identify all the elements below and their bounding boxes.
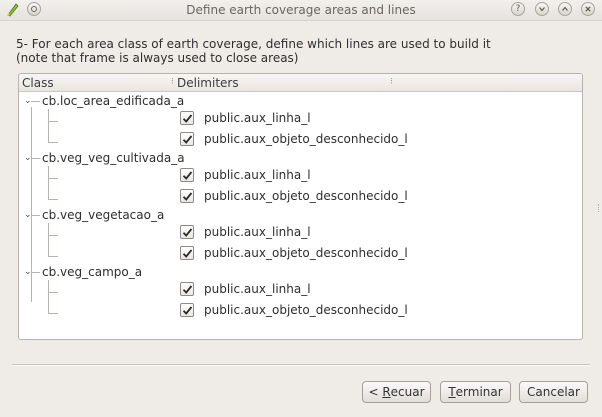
line-label: public.aux_linha_l [204,282,311,296]
line-checkbox[interactable] [180,225,194,239]
close-icon[interactable] [581,2,595,16]
checkmark-icon [182,248,192,258]
finish-button[interactable]: Terminar [440,381,511,403]
line-checkbox[interactable] [180,246,194,260]
tree-branch-line [31,101,40,102]
wizard-instructions: 5- For each area class of earth coverage… [16,37,586,65]
column-header-delimiters[interactable]: Delimiters [177,76,239,90]
checkmark-icon [182,305,192,315]
line-label: public.aux_objeto_desconhecido_l [204,189,408,203]
line-checkbox[interactable] [180,168,194,182]
minimize-icon[interactable] [535,2,549,16]
finish-button-mnemonic: T [448,385,456,399]
maximize-icon[interactable] [558,2,572,16]
tree-branch-line [48,313,58,314]
checkmark-icon [182,284,192,294]
tree-header: Class ⁝ Delimiters ⁝ [19,74,582,92]
instructions-line-2: (note that frame is always used to close… [16,51,299,65]
line-label: public.aux_objeto_desconhecido_l [204,246,408,260]
column-resize-handle[interactable]: ⁝ [171,77,174,87]
back-button-label: ecuar [390,385,425,399]
line-checkbox[interactable] [180,189,194,203]
back-button-mnemonic: R [382,385,391,399]
tree-branch-line [48,178,58,179]
tree-branch-line [48,235,58,236]
tree-branch-line [48,280,49,314]
line-checkbox[interactable] [180,132,194,146]
tree-branch-line [48,109,49,143]
tree-branch-line [48,256,58,257]
class-item[interactable]: cb.loc_area_edificada_a [42,94,184,108]
tree-branch-line [48,166,49,200]
cancel-button[interactable]: Cancelar [519,381,588,403]
help-icon[interactable]: ? [511,2,525,16]
checkmark-icon [182,113,192,123]
line-label: public.aux_linha_l [204,225,311,239]
instructions-line-1: 5- For each area class of earth coverage… [16,37,491,51]
tree-branch-line [48,121,58,122]
column-header-class[interactable]: Class [22,76,54,90]
back-button[interactable]: < Recuar [362,381,431,403]
line-checkbox[interactable] [180,282,194,296]
tree-branch-line [31,272,40,273]
class-item[interactable]: cb.veg_veg_cultivada_a [42,151,185,165]
class-item[interactable]: cb.veg_vegetacao_a [42,208,164,222]
coverage-tree[interactable]: Class ⁝ Delimiters ⁝ ⌄ cb.loc_area_edifi… [18,73,583,340]
column-resize-handle[interactable]: ⁝ [390,77,393,87]
finish-button-label: erminar [455,385,503,399]
checkmark-icon [182,170,192,180]
checkmark-icon [182,134,192,144]
line-checkbox[interactable] [180,111,194,125]
tree-branch-line [48,199,58,200]
tree-branch-line [31,215,40,216]
button-separator [12,364,590,366]
line-label: public.aux_objeto_desconhecido_l [204,303,408,317]
tree-branch-line [48,223,49,257]
checkmark-icon [182,191,192,201]
line-label: public.aux_linha_l [204,111,311,125]
line-checkbox[interactable] [180,303,194,317]
tree-branch-line [48,142,58,143]
line-label: public.aux_objeto_desconhecido_l [204,132,408,146]
line-label: public.aux_linha_l [204,168,311,182]
resize-grip-icon[interactable] [598,204,601,212]
checkmark-icon [182,227,192,237]
class-item[interactable]: cb.veg_campo_a [42,265,142,279]
window-titlebar[interactable]: Define earth coverage areas and lines ? [0,0,602,21]
tree-branch-line [48,292,58,293]
back-button-prefix: < [368,385,383,399]
tree-branch-line [31,158,40,159]
